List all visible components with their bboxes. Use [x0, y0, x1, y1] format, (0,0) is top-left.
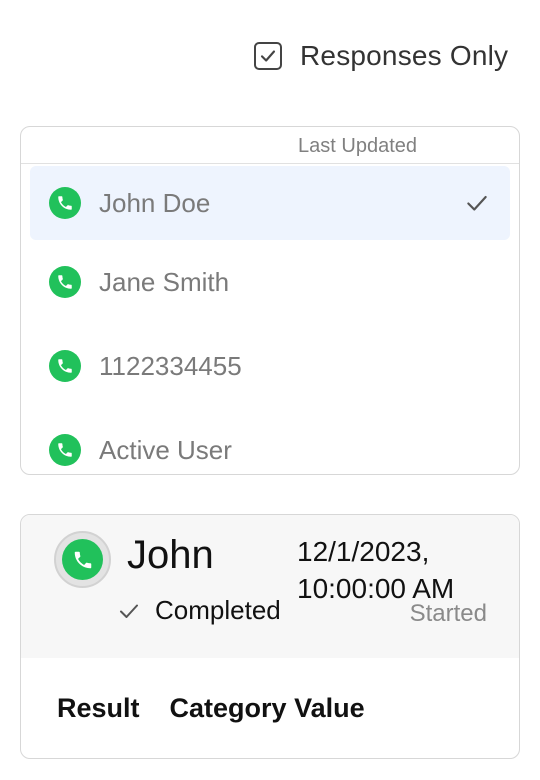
responses-only-label: Responses Only: [300, 40, 509, 71]
phone-icon: [49, 266, 81, 298]
column-header-result: Result: [57, 692, 140, 723]
phone-icon: [62, 539, 103, 580]
contact-name: 1122334455: [99, 350, 242, 381]
datetime-caption: Started: [409, 600, 487, 627]
call-detail-header: John Completed 12/1/2023, 10:00:00 AM St…: [21, 515, 519, 658]
list-item[interactable]: Jane Smith: [21, 240, 519, 324]
avatar: [54, 531, 111, 588]
list-item[interactable]: 1122334455: [21, 324, 519, 408]
call-datetime: 12/1/2023, 10:00:00 AM: [297, 536, 455, 604]
status-badge: Completed: [117, 595, 281, 626]
checkmark-icon: [260, 50, 276, 62]
responses-only-checkbox[interactable]: [254, 42, 282, 70]
contact-list-panel: Last Updated John Doe Jane Smith 1122334…: [20, 126, 520, 475]
column-header-last-updated[interactable]: Last Updated: [298, 135, 417, 158]
contact-name: John Doe: [99, 187, 211, 218]
contact-title: John: [127, 533, 214, 577]
phone-icon: [49, 187, 81, 219]
selected-check-icon: [467, 195, 487, 211]
contact-name: Active User: [99, 434, 232, 465]
column-header-category-value: Category Value: [169, 692, 365, 723]
list-header: Last Updated: [21, 127, 519, 164]
check-icon: [120, 604, 138, 618]
contact-list: John Doe Jane Smith 1122334455 Active Us…: [21, 166, 519, 474]
page: Responses Only Last Updated John Doe Jan…: [0, 0, 540, 780]
phone-icon: [49, 350, 81, 382]
list-item[interactable]: John Doe: [30, 166, 510, 240]
list-item[interactable]: Active User: [21, 408, 519, 474]
result-table-header: Result Category Value: [21, 658, 519, 758]
status-text: Completed: [155, 595, 281, 625]
call-detail-card: John Completed 12/1/2023, 10:00:00 AM St…: [20, 514, 520, 759]
phone-icon: [49, 434, 81, 466]
responses-only-toggle[interactable]: Responses Only: [254, 40, 508, 72]
contact-name: Jane Smith: [99, 266, 230, 297]
